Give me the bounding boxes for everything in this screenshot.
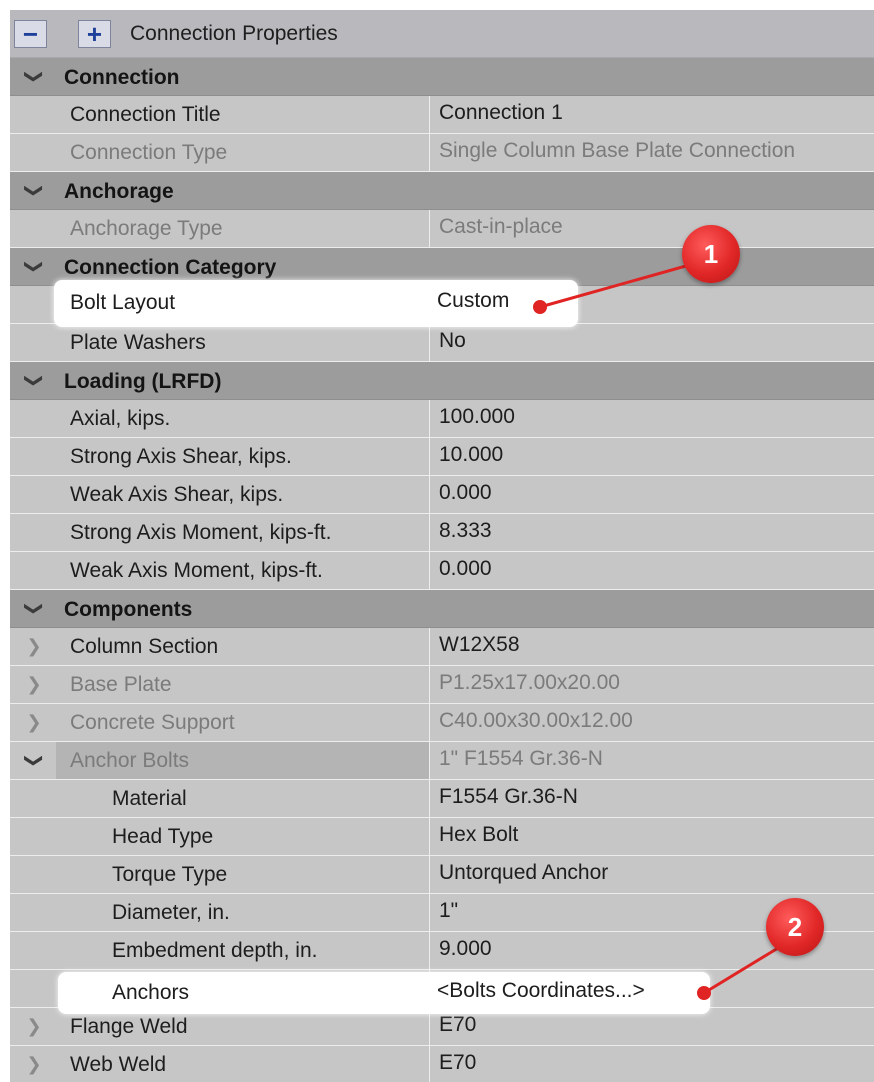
category-anchorage[interactable]: ❯ Anchorage — [10, 172, 874, 210]
bolt-layout-highlight: Bolt Layout Custom — [54, 280, 578, 327]
weak-axis-moment-field[interactable]: 0.000 — [430, 552, 874, 589]
chevron-down-icon[interactable]: ❯ — [24, 751, 45, 771]
row-connection-title[interactable]: Connection Title Connection 1 — [10, 96, 874, 134]
row-web-weld[interactable]: ❯ Web Weld E70 — [10, 1046, 874, 1082]
chevron-right-icon[interactable]: ❯ — [24, 674, 44, 695]
property-name: Torque Type — [56, 856, 430, 893]
property-name: Anchor Bolts — [56, 742, 430, 779]
row-plate-washers[interactable]: Plate Washers No — [10, 324, 874, 362]
chevron-right-icon[interactable]: ❯ — [24, 636, 44, 657]
minus-icon: − — [22, 19, 39, 49]
web-weld-field[interactable]: E70 — [430, 1046, 874, 1082]
row-strong-axis-shear[interactable]: Strong Axis Shear, kips. 10.000 — [10, 438, 874, 476]
property-name: Connection Title — [56, 96, 430, 133]
panel-title: Connection Properties — [130, 22, 338, 45]
chevron-down-icon[interactable]: ❯ — [24, 257, 45, 277]
property-name: Connection Type — [56, 134, 430, 171]
property-name: Base Plate — [56, 666, 430, 703]
collapse-all-button[interactable]: − — [14, 20, 47, 48]
weak-axis-shear-field[interactable]: 0.000 — [430, 476, 874, 513]
base-plate-value: P1.25x17.00x20.00 — [439, 671, 620, 694]
plus-icon: + — [86, 19, 103, 49]
anchors-highlight: Anchors <Bolts Coordinates...> — [58, 972, 710, 1014]
row-concrete-support[interactable]: ❯ Concrete Support C40.00x30.00x12.00 — [10, 704, 874, 742]
highlight-value: <Bolts Coordinates...> — [437, 979, 645, 1002]
highlight-name: Bolt Layout — [70, 291, 176, 314]
category-label: Loading (LRFD) — [64, 370, 222, 393]
callout-dot-2 — [697, 986, 711, 1000]
chevron-down-icon[interactable]: ❯ — [24, 181, 45, 201]
property-name: Anchorage Type — [56, 210, 430, 247]
row-strong-axis-moment[interactable]: Strong Axis Moment, kips-ft. 8.333 — [10, 514, 874, 552]
property-name: Concrete Support — [56, 704, 430, 741]
row-embedment-depth[interactable]: Embedment depth, in. 9.000 — [10, 932, 874, 970]
anchorage-type-value: Cast-in-place — [439, 215, 563, 238]
row-weak-axis-shear[interactable]: Weak Axis Shear, kips. 0.000 — [10, 476, 874, 514]
property-name: Strong Axis Moment, kips-ft. — [56, 514, 430, 551]
torque-type-field[interactable]: Untorqued Anchor — [430, 856, 874, 893]
column-section-field[interactable]: W12X58 — [430, 628, 874, 665]
row-column-section[interactable]: ❯ Column Section W12X58 — [10, 628, 874, 666]
strong-axis-shear-field[interactable]: 10.000 — [430, 438, 874, 475]
expand-all-button[interactable]: + — [78, 20, 111, 48]
row-anchor-bolts[interactable]: ❯ Anchor Bolts 1" F1554 Gr.36-N — [10, 742, 874, 780]
property-name: Web Weld — [56, 1046, 430, 1082]
strong-axis-moment-field[interactable]: 8.333 — [430, 514, 874, 551]
category-label: Components — [64, 598, 193, 621]
plate-washers-field[interactable]: No — [430, 324, 874, 361]
callout-badge-2: 2 — [766, 898, 824, 956]
row-material[interactable]: Material F1554 Gr.36-N — [10, 780, 874, 818]
category-label: Connection Category — [64, 256, 277, 279]
axial-field[interactable]: 100.000 — [430, 400, 874, 437]
category-label: Anchorage — [64, 180, 174, 203]
highlight-name: Anchors — [112, 981, 190, 1004]
callout-dot-1 — [533, 300, 547, 314]
property-name: Material — [56, 780, 430, 817]
chevron-down-icon[interactable]: ❯ — [24, 371, 45, 391]
row-head-type[interactable]: Head Type Hex Bolt — [10, 818, 874, 856]
property-name: Weak Axis Moment, kips-ft. — [56, 552, 430, 589]
property-name: Column Section — [56, 628, 430, 665]
connection-type-value: Single Column Base Plate Connection — [439, 139, 796, 162]
property-name: Head Type — [56, 818, 430, 855]
property-name: Axial, kips. — [56, 400, 430, 437]
panel-toolbar: − + Connection Properties — [10, 10, 874, 58]
chevron-down-icon[interactable]: ❯ — [24, 67, 45, 87]
category-loading[interactable]: ❯ Loading (LRFD) — [10, 362, 874, 400]
chevron-right-icon[interactable]: ❯ — [24, 712, 44, 733]
property-name: Diameter, in. — [56, 894, 430, 931]
row-torque-type[interactable]: Torque Type Untorqued Anchor — [10, 856, 874, 894]
head-type-field[interactable]: Hex Bolt — [430, 818, 874, 855]
category-connection[interactable]: ❯ Connection — [10, 58, 874, 96]
row-connection-type[interactable]: Connection Type Single Column Base Plate… — [10, 134, 874, 172]
concrete-support-value: C40.00x30.00x12.00 — [439, 709, 633, 732]
category-components[interactable]: ❯ Components — [10, 590, 874, 628]
row-weak-axis-moment[interactable]: Weak Axis Moment, kips-ft. 0.000 — [10, 552, 874, 590]
chevron-right-icon[interactable]: ❯ — [24, 1016, 44, 1037]
anchor-bolts-value: 1" F1554 Gr.36-N — [439, 747, 603, 770]
row-base-plate[interactable]: ❯ Base Plate P1.25x17.00x20.00 — [10, 666, 874, 704]
chevron-down-icon[interactable]: ❯ — [24, 599, 45, 619]
highlight-value: Custom — [437, 289, 510, 312]
connection-properties-panel: − + Connection Properties ❯ Connection C… — [10, 10, 874, 1082]
row-axial[interactable]: Axial, kips. 100.000 — [10, 400, 874, 438]
row-diameter[interactable]: Diameter, in. 1" — [10, 894, 874, 932]
property-name: Plate Washers — [56, 324, 430, 361]
chevron-right-icon[interactable]: ❯ — [24, 1054, 44, 1075]
row-anchorage-type[interactable]: Anchorage Type Cast-in-place — [10, 210, 874, 248]
material-field[interactable]: F1554 Gr.36-N — [430, 780, 874, 817]
property-name: Weak Axis Shear, kips. — [56, 476, 430, 513]
property-name: Embedment depth, in. — [56, 932, 430, 969]
category-label: Connection — [64, 66, 180, 89]
callout-badge-1: 1 — [682, 225, 740, 283]
property-name: Strong Axis Shear, kips. — [56, 438, 430, 475]
connection-title-field[interactable]: Connection 1 — [430, 96, 874, 133]
